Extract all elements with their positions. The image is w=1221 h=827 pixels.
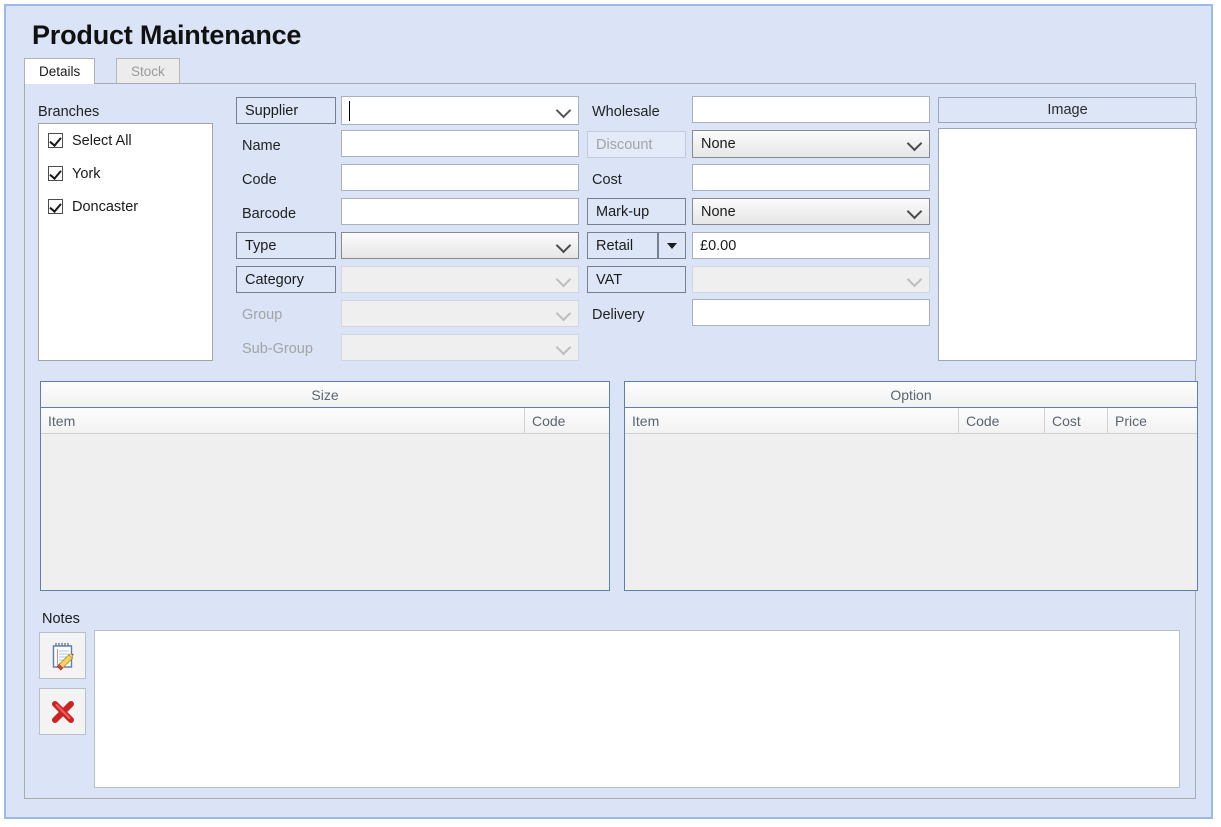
branch-item-york[interactable]: York [39, 157, 212, 190]
checkbox-york[interactable] [48, 166, 63, 181]
checkbox-doncaster[interactable] [48, 199, 63, 214]
type-combobox[interactable] [341, 232, 579, 259]
branch-item-select-all[interactable]: Select All [39, 124, 212, 157]
tab-stock[interactable]: Stock [116, 58, 180, 84]
red-cross-icon [51, 700, 74, 723]
option-grid-body[interactable] [625, 434, 1197, 589]
branch-label: Doncaster [72, 198, 139, 215]
retail-dropdown-button[interactable] [658, 232, 686, 259]
delivery-label: Delivery [592, 307, 645, 323]
chevron-down-icon [906, 203, 923, 219]
option-grid-header-row: Item Code Cost Price [625, 408, 1197, 434]
markup-value: None [701, 203, 736, 220]
discount-label-button: Discount [587, 131, 686, 158]
chevron-down-icon [555, 271, 572, 287]
notes-delete-button[interactable] [39, 688, 86, 735]
subgroup-label: Sub-Group [242, 341, 313, 357]
product-maintenance-window: Product Maintenance Details Stock Branch… [4, 4, 1213, 819]
code-label: Code [242, 172, 277, 188]
option-grid-column-item[interactable]: Item [625, 408, 959, 433]
supplier-combobox[interactable] [341, 96, 579, 125]
branch-label: York [72, 165, 101, 182]
group-label: Group [242, 307, 283, 323]
code-input[interactable] [341, 164, 579, 191]
image-preview-box[interactable] [938, 128, 1197, 361]
vat-combobox [692, 266, 930, 293]
size-grid-body[interactable] [41, 434, 609, 589]
markup-label-button[interactable]: Mark-up [587, 198, 686, 225]
wholesale-label: Wholesale [592, 104, 660, 120]
retail-label-button[interactable]: Retail [587, 232, 658, 259]
option-grid-title: Option [625, 382, 1197, 408]
branches-label: Branches [38, 104, 100, 120]
cost-input[interactable] [692, 164, 930, 191]
delivery-input[interactable] [692, 299, 930, 326]
notes-label: Notes [42, 611, 80, 627]
notes-textarea[interactable] [94, 630, 1180, 788]
branch-label: Select All [72, 132, 132, 149]
option-grid[interactable]: Option Item Code Cost Price [624, 381, 1198, 591]
discount-value: None [701, 136, 736, 152]
supplier-label-button[interactable]: Supplier [236, 97, 336, 124]
vat-label-button[interactable]: VAT [587, 266, 686, 293]
chevron-down-icon [555, 102, 572, 118]
notepad-pencil-icon [52, 642, 74, 670]
option-grid-column-cost[interactable]: Cost [1045, 408, 1108, 433]
image-panel-header: Image [938, 97, 1197, 123]
chevron-down-icon [555, 237, 572, 253]
chevron-down-icon [555, 339, 572, 355]
name-input[interactable] [341, 130, 579, 157]
barcode-input[interactable] [341, 198, 579, 225]
chevron-down-icon [555, 305, 572, 321]
branch-item-doncaster[interactable]: Doncaster [39, 190, 212, 223]
option-grid-column-price[interactable]: Price [1108, 408, 1197, 433]
category-combobox [341, 266, 579, 293]
size-grid-column-code[interactable]: Code [525, 408, 609, 433]
triangle-down-icon [667, 242, 677, 249]
wholesale-input[interactable] [692, 96, 930, 123]
tab-details[interactable]: Details [24, 58, 96, 84]
option-grid-column-code[interactable]: Code [959, 408, 1045, 433]
size-grid-column-item[interactable]: Item [41, 408, 525, 433]
category-label-button[interactable]: Category [236, 266, 336, 293]
notes-edit-button[interactable] [39, 632, 86, 679]
size-grid-title: Size [41, 382, 609, 408]
chevron-down-icon [906, 271, 923, 287]
tabstrip: Details Stock [24, 58, 1194, 84]
size-grid[interactable]: Size Item Code [40, 381, 610, 591]
subgroup-combobox [341, 334, 579, 361]
checkbox-select-all[interactable] [48, 133, 63, 148]
group-combobox [341, 300, 579, 327]
discount-combobox[interactable]: None [692, 130, 930, 158]
name-label: Name [242, 138, 281, 154]
text-caret [349, 101, 350, 121]
details-tab-panel: Branches Select All York Doncaster Suppl… [24, 83, 1198, 799]
type-label-button[interactable]: Type [236, 232, 336, 259]
barcode-label: Barcode [242, 206, 297, 222]
markup-combobox[interactable]: None [692, 198, 930, 225]
branches-list[interactable]: Select All York Doncaster [38, 123, 213, 361]
retail-input[interactable]: £0.00 [692, 232, 930, 259]
chevron-down-icon [906, 135, 923, 152]
size-grid-header-row: Item Code [41, 408, 609, 434]
cost-label: Cost [592, 172, 622, 188]
page-title: Product Maintenance [32, 20, 302, 50]
window-inner-surface: Product Maintenance Details Stock Branch… [6, 6, 1211, 817]
